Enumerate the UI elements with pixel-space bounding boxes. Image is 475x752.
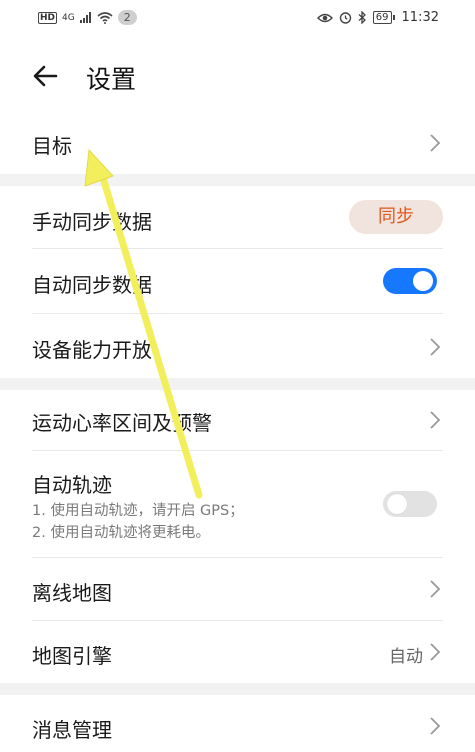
- row-message-mgmt[interactable]: 消息管理: [0, 695, 475, 752]
- chevron-right-icon: [430, 338, 441, 356]
- row-manual-sync-label: 手动同步数据: [32, 210, 152, 234]
- row-device-capability[interactable]: 设备能力开放: [0, 314, 475, 378]
- chevron-right-icon: [430, 134, 441, 152]
- row-auto-sync: 自动同步数据: [0, 249, 475, 313]
- chevron-right-icon: [430, 580, 441, 598]
- row-auto-sync-label: 自动同步数据: [32, 273, 152, 297]
- bluetooth-icon: [358, 11, 366, 24]
- row-auto-track: 自动轨迹 1. 使用自动轨迹，请开启 GPS； 2. 使用自动轨迹将更耗电。: [0, 451, 475, 557]
- signal-label: 4G: [62, 12, 75, 23]
- map-engine-value: 自动: [389, 647, 423, 667]
- chevron-right-icon: [430, 643, 441, 661]
- row-map-engine-label: 地图引擎: [32, 644, 112, 668]
- row-map-engine[interactable]: 地图引擎 自动: [0, 621, 475, 683]
- auto-track-toggle[interactable]: [383, 491, 437, 517]
- arrow-left-icon: [33, 65, 58, 87]
- back-button[interactable]: [28, 58, 64, 94]
- eye-icon: [316, 13, 333, 22]
- status-bar: HD 4G 2 69 11:32: [0, 0, 475, 36]
- row-heart-rate[interactable]: 运动心率区间及预警: [0, 390, 475, 450]
- row-device-capability-label: 设备能力开放: [32, 338, 152, 362]
- section-gap: [0, 174, 475, 186]
- sync-button[interactable]: 同步: [349, 200, 443, 234]
- clock: 11:32: [401, 10, 439, 25]
- wifi-icon: [97, 11, 113, 24]
- notification-badge: 2: [117, 10, 137, 25]
- chevron-right-icon: [430, 411, 441, 429]
- row-auto-track-label: 自动轨迹: [32, 473, 112, 497]
- auto-track-note-2: 2. 使用自动轨迹将更耗电。: [32, 525, 210, 541]
- row-heart-rate-label: 运动心率区间及预警: [32, 411, 212, 435]
- alarm-icon: [339, 12, 351, 24]
- toggle-knob: [413, 271, 433, 291]
- battery-icon: 69: [372, 11, 395, 24]
- row-offline-map[interactable]: 离线地图: [0, 558, 475, 620]
- header: 设置: [0, 48, 475, 104]
- signal-bars-icon: [79, 12, 91, 23]
- row-message-mgmt-label: 消息管理: [32, 718, 112, 742]
- section-gap: [0, 683, 475, 695]
- section-gap: [0, 378, 475, 390]
- auto-track-note-1: 1. 使用自动轨迹，请开启 GPS；: [32, 503, 244, 519]
- chevron-right-icon: [430, 717, 441, 735]
- page-title: 设置: [86, 65, 137, 94]
- row-goal-label: 目标: [32, 134, 72, 158]
- auto-sync-toggle[interactable]: [383, 268, 437, 294]
- toggle-knob: [387, 494, 407, 514]
- row-offline-map-label: 离线地图: [32, 581, 112, 605]
- hd-icon: HD: [38, 11, 58, 24]
- row-goal[interactable]: 目标: [0, 112, 475, 174]
